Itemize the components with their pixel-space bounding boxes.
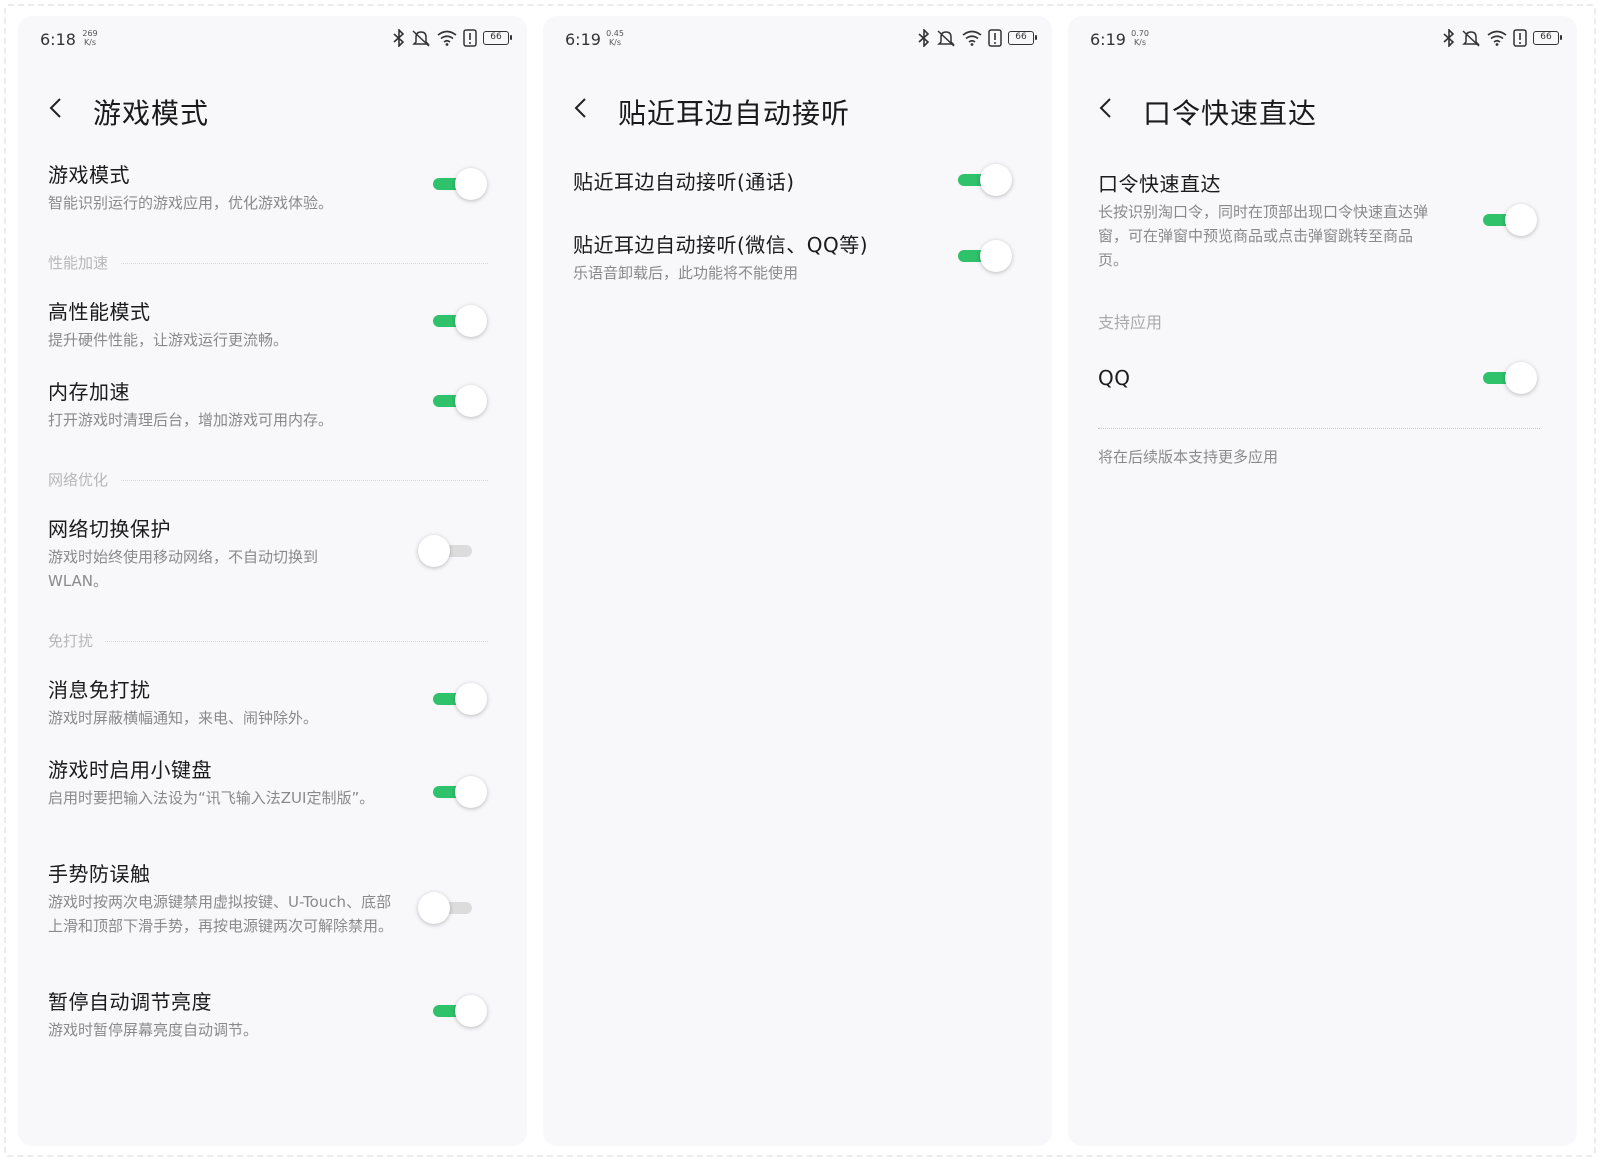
page-header: 游戏模式 (18, 84, 527, 134)
network-speed: 0.70 K/s (1131, 29, 1149, 47)
pause-auto-brightness-toggle[interactable] (433, 995, 489, 1027)
status-time: 6:19 (565, 30, 601, 49)
auto-answer-call-toggle[interactable] (958, 164, 1014, 196)
setting-label: 游戏模式 (48, 163, 130, 187)
battery-icon: 66 (483, 31, 512, 45)
setting-description: 长按识别淘口令，同时在顶部出现口令快速直达弹窗，可在弹窗中预览商品或点击弹窗跳转… (1098, 203, 1429, 269)
footer-note: 将在后续版本支持更多应用 (1098, 448, 1279, 466)
sim-alert-icon (1513, 29, 1527, 47)
status-icons: 66 (918, 28, 1037, 48)
back-arrow-icon[interactable] (571, 94, 591, 122)
high-performance-toggle[interactable] (433, 305, 489, 337)
setting-memory-boost[interactable]: 内存加速 打开游戏时清理后台，增加游戏可用内存。 (48, 378, 498, 432)
game-mode-toggle[interactable] (433, 168, 489, 200)
mini-keyboard-toggle[interactable] (433, 776, 489, 808)
divider (1098, 428, 1540, 429)
setting-auto-answer-call[interactable]: 贴近耳边自动接听(通话) (573, 168, 1023, 196)
network-speed: 269 K/s (82, 29, 98, 47)
battery-icon: 66 (1533, 31, 1562, 45)
section-header: 网络优化 (48, 469, 488, 489)
game-mode-screen: 6:18 269 K/s 66 游戏模式 游戏模式 智能识别运行的游戏应用，优化… (18, 16, 527, 1146)
status-bar: 6:18 269 K/s 66 (18, 16, 527, 60)
status-time: 6:18 (40, 30, 76, 49)
wifi-icon (437, 30, 457, 46)
setting-description: 游戏时始终使用移动网络，不自动切换到WLAN。 (48, 548, 319, 590)
bluetooth-icon (1443, 29, 1455, 47)
setting-game-mode[interactable]: 游戏模式 智能识别运行的游戏应用，优化游戏体验。 (48, 161, 498, 215)
wifi-icon (962, 30, 982, 46)
setting-label: 内存加速 (48, 380, 130, 404)
auto-answer-screen: 6:19 0.45 K/s 66 贴近耳边自动接听 贴近耳边自动接听(通话) 贴… (543, 16, 1052, 1146)
app-label: QQ (1098, 366, 1131, 390)
setting-password-direct[interactable]: 口令快速直达 长按识别淘口令，同时在顶部出现口令快速直达弹窗，可在弹窗中预览商品… (1098, 170, 1548, 272)
setting-label: 贴近耳边自动接听(通话) (573, 170, 795, 194)
section-header: 性能加速 (48, 252, 488, 272)
status-icons: 66 (1443, 28, 1562, 48)
gesture-protection-toggle[interactable] (418, 892, 474, 924)
do-not-disturb-toggle[interactable] (433, 683, 489, 715)
status-icons: 66 (393, 28, 512, 48)
section-header: 免打扰 (48, 630, 488, 650)
setting-label: 高性能模式 (48, 300, 151, 324)
setting-description: 启用时要把输入法设为“讯飞输入法ZUI定制版”。 (48, 789, 375, 807)
qq-toggle[interactable] (1483, 362, 1539, 394)
password-direct-screen: 6:19 0.70 K/s 66 口令快速直达 口令快速直达 长按识别淘口令，同… (1068, 16, 1577, 1146)
setting-do-not-disturb[interactable]: 消息免打扰 游戏时屏蔽横幅通知，来电、闹钟除外。 (48, 676, 498, 730)
setting-label: 消息免打扰 (48, 678, 151, 702)
auto-answer-wechat-qq-toggle[interactable] (958, 240, 1014, 272)
sim-alert-icon (988, 29, 1002, 47)
setting-description: 提升硬件性能，让游戏运行更流畅。 (48, 331, 289, 349)
status-bar: 6:19 0.45 K/s 66 (543, 16, 1052, 60)
setting-label: 贴近耳边自动接听(微信、QQ等) (573, 233, 869, 257)
back-arrow-icon[interactable] (1096, 94, 1116, 122)
status-time: 6:19 (1090, 30, 1126, 49)
bluetooth-icon (393, 29, 405, 47)
setting-pause-auto-brightness[interactable]: 暂停自动调节亮度 游戏时暂停屏幕亮度自动调节。 (48, 988, 498, 1042)
page-title: 游戏模式 (93, 97, 210, 130)
page-header: 口令快速直达 (1068, 84, 1577, 134)
network-switch-toggle[interactable] (418, 535, 474, 567)
setting-description: 智能识别运行的游戏应用，优化游戏体验。 (48, 194, 334, 212)
setting-auto-answer-wechat-qq[interactable]: 贴近耳边自动接听(微信、QQ等) 乐语音卸载后，此功能将不能使用 (573, 231, 1023, 285)
setting-high-performance[interactable]: 高性能模式 提升硬件性能，让游戏运行更流畅。 (48, 298, 498, 352)
sim-alert-icon (463, 29, 477, 47)
page-title: 口令快速直达 (1143, 97, 1318, 130)
bluetooth-icon (918, 29, 930, 47)
wifi-icon (1487, 30, 1507, 46)
network-speed: 0.45 K/s (606, 29, 624, 47)
setting-label: 游戏时启用小键盘 (48, 758, 212, 782)
section-header: 支持应用 (1098, 313, 1163, 332)
setting-label: 手势防误触 (48, 862, 151, 886)
memory-boost-toggle[interactable] (433, 385, 489, 417)
status-bar: 6:19 0.70 K/s 66 (1068, 16, 1577, 60)
page-header: 贴近耳边自动接听 (543, 84, 1052, 134)
mute-icon (937, 30, 955, 47)
setting-description: 游戏时屏蔽横幅通知，来电、闹钟除外。 (48, 709, 319, 727)
setting-label: 暂停自动调节亮度 (48, 990, 212, 1014)
setting-description: 游戏时按两次电源键禁用虚拟按键、U-Touch、底部上滑和顶部下滑手势，再按电源… (48, 893, 394, 935)
setting-description: 打开游戏时清理后台，增加游戏可用内存。 (48, 411, 334, 429)
page-title: 贴近耳边自动接听 (618, 97, 851, 130)
setting-description: 游戏时暂停屏幕亮度自动调节。 (48, 1021, 259, 1039)
back-arrow-icon[interactable] (46, 94, 66, 122)
password-direct-toggle[interactable] (1483, 204, 1539, 236)
mute-icon (412, 30, 430, 47)
mute-icon (1462, 30, 1480, 47)
setting-description: 乐语音卸载后，此功能将不能使用 (573, 264, 799, 282)
setting-label: 口令快速直达 (1098, 172, 1221, 196)
battery-icon: 66 (1008, 31, 1037, 45)
app-item-qq[interactable]: QQ (1098, 364, 1548, 392)
setting-mini-keyboard[interactable]: 游戏时启用小键盘 启用时要把输入法设为“讯飞输入法ZUI定制版”。 (48, 756, 498, 810)
